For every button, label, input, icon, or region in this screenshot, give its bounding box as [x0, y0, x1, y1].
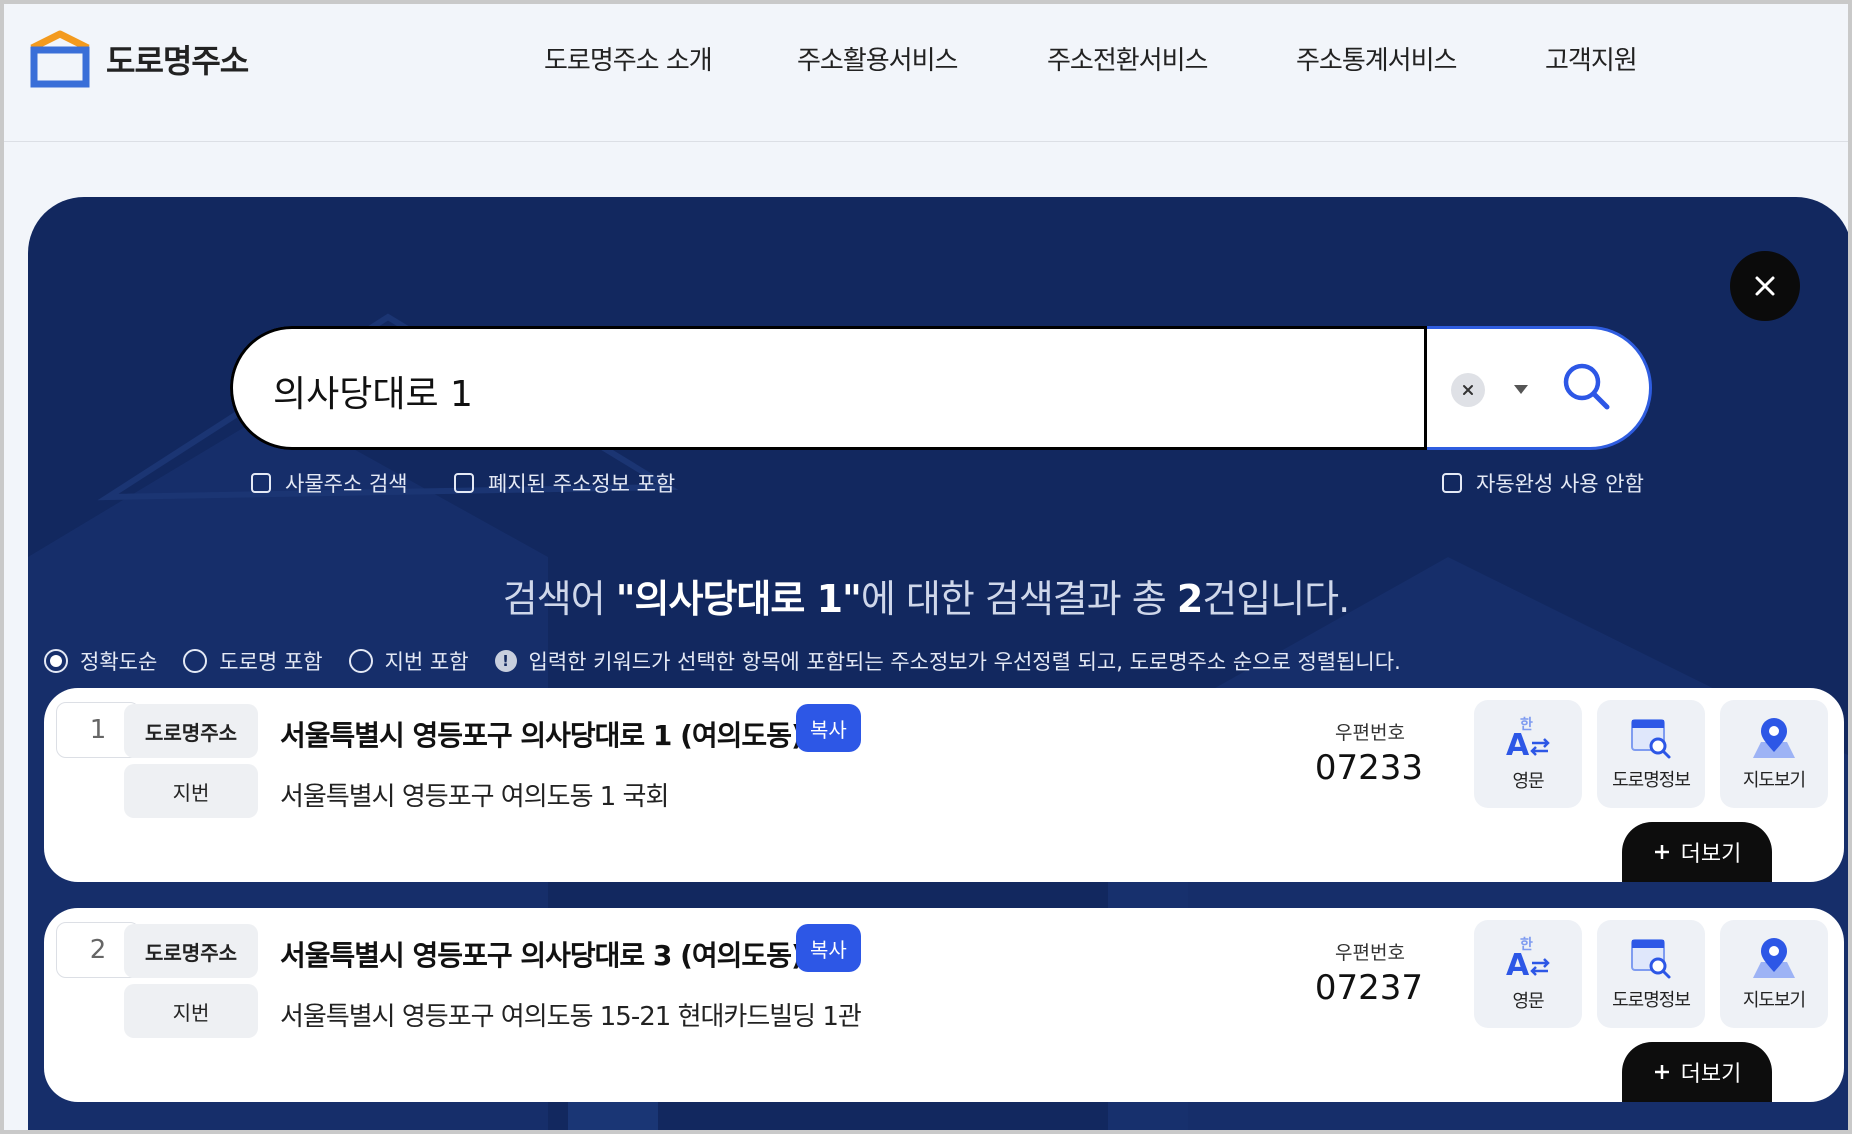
sort-options: 정확도순 도로명 포함 지번 포함 ! 입력한 키워드가 선택한 항목에 포함되…	[44, 646, 1401, 676]
result-summary-middle: 에 대한 검색결과 총	[860, 577, 1177, 621]
translate-icon: 한 A	[1506, 937, 1550, 981]
copy-button[interactable]: 복사	[796, 924, 861, 972]
close-button[interactable]	[1730, 251, 1800, 321]
result-card: 1 도로명주소 지번 서울특별시 영등포구 의사당대로 1 (여의도동) 복사 …	[44, 688, 1844, 882]
english-address-button[interactable]: 한 A 영문	[1474, 700, 1582, 808]
no-autocomplete-checkbox[interactable]	[1442, 473, 1462, 493]
road-info-icon	[1631, 939, 1671, 979]
sort-road-label: 도로명 포함	[219, 650, 323, 674]
result-keyword: "의사당대로 1"	[615, 577, 862, 621]
jibun-tag: 지번	[124, 984, 258, 1038]
zip-code: 07233	[1314, 748, 1424, 788]
road-address-tag: 도로명주소	[124, 704, 258, 758]
nav-intro[interactable]: 도로명주소 소개	[544, 40, 713, 77]
plus-icon	[1654, 845, 1669, 859]
map-pin-icon	[1753, 718, 1795, 758]
close-icon	[1755, 276, 1775, 296]
zip-label: 우편번호	[1335, 942, 1405, 964]
include-abolished-option[interactable]: 폐지된 주소정보 포함	[454, 468, 675, 498]
jibun-address: 서울특별시 영등포구 여의도동 15-21 현대카드빌딩 1관	[280, 1002, 862, 1032]
search-icon	[1563, 363, 1610, 410]
result-card: 2 도로명주소 지번 서울특별시 영등포구 의사당대로 3 (여의도동) 복사 …	[44, 908, 1844, 1102]
english-label: 영문	[1512, 991, 1544, 1012]
house-logo-icon	[30, 30, 90, 88]
more-button[interactable]: 더보기	[1622, 1042, 1772, 1102]
more-label: 더보기	[1680, 842, 1742, 867]
clear-search-button[interactable]	[1451, 373, 1485, 407]
road-address-tag: 도로명주소	[124, 924, 258, 978]
zip-label: 우편번호	[1335, 722, 1405, 744]
result-summary-prefix: 검색어	[502, 577, 616, 621]
road-info-button[interactable]: 도로명정보	[1597, 700, 1705, 808]
nav-conversion-services[interactable]: 주소전환서비스	[1047, 40, 1208, 77]
map-pin-icon	[1753, 938, 1795, 978]
sort-jibun-radio[interactable]	[348, 649, 373, 673]
sort-accuracy-radio[interactable]	[44, 649, 68, 673]
result-summary: 검색어 "의사당대로 1"에 대한 검색결과 총 2건입니다.	[0, 568, 1852, 623]
svg-text:A: A	[1506, 728, 1530, 761]
sort-accuracy-label: 정확도순	[80, 650, 158, 674]
zip-code: 07237	[1314, 968, 1424, 1008]
sort-accuracy[interactable]: 정확도순	[44, 646, 157, 676]
site-logo[interactable]: 도로명주소	[28, 30, 249, 88]
map-view-button[interactable]: 지도보기	[1720, 700, 1828, 808]
english-address-button[interactable]: 한 A 영문	[1474, 920, 1582, 1028]
result-count: 2	[1176, 577, 1203, 621]
road-info-icon	[1631, 719, 1671, 759]
include-abolished-label: 폐지된 주소정보 포함	[488, 472, 676, 496]
nav-support[interactable]: 고객지원	[1545, 40, 1638, 77]
road-address: 서울특별시 영등포구 의사당대로 1 (여의도동)	[280, 719, 804, 752]
nav-statistics-services[interactable]: 주소통계서비스	[1296, 40, 1457, 77]
search-bar: 의사당대로 1	[230, 326, 1652, 450]
map-label: 지도보기	[1742, 990, 1806, 1011]
jibun-address: 서울특별시 영등포구 여의도동 1 국회	[280, 782, 669, 812]
site-header: 도로명주소 도로명주소 소개 주소활용서비스 주소전환서비스 주소통계서비스 고…	[0, 0, 1852, 142]
search-input-box[interactable]: 의사당대로 1	[230, 326, 1427, 450]
sort-info-text: 입력한 키워드가 선택한 항목에 포함되는 주소정보가 우선정렬 되고, 도로명…	[528, 650, 1401, 674]
more-button[interactable]: 더보기	[1622, 822, 1772, 882]
search-input[interactable]: 의사당대로 1	[273, 365, 473, 417]
building-search-option[interactable]: 사물주소 검색	[251, 468, 408, 498]
svg-text:A: A	[1506, 948, 1530, 981]
info-icon: !	[494, 650, 517, 672]
building-search-checkbox[interactable]	[251, 473, 271, 493]
building-search-label: 사물주소 검색	[285, 472, 408, 496]
road-info-button[interactable]: 도로명정보	[1597, 920, 1705, 1028]
nav-address-services[interactable]: 주소활용서비스	[797, 40, 958, 77]
result-summary-suffix: 건입니다.	[1202, 577, 1350, 621]
search-type-dropdown[interactable]	[1509, 379, 1533, 399]
sort-jibun[interactable]: 지번 포함	[348, 646, 469, 676]
english-label: 영문	[1512, 771, 1544, 792]
sort-road[interactable]: 도로명 포함	[183, 646, 323, 676]
search-button[interactable]	[1557, 357, 1617, 417]
no-autocomplete-label: 자동완성 사용 안함	[1476, 472, 1644, 496]
clear-icon	[1463, 385, 1473, 395]
map-label: 지도보기	[1742, 770, 1806, 791]
copy-button[interactable]: 복사	[796, 704, 861, 752]
include-abolished-checkbox[interactable]	[454, 473, 474, 493]
translate-icon: 한 A	[1506, 717, 1550, 761]
road-info-label: 도로명정보	[1612, 990, 1691, 1011]
more-label: 더보기	[1680, 1062, 1742, 1087]
no-autocomplete-option[interactable]: 자동완성 사용 안함	[1442, 468, 1644, 498]
jibun-tag: 지번	[124, 764, 258, 818]
sort-jibun-label: 지번 포함	[384, 650, 469, 674]
road-address: 서울특별시 영등포구 의사당대로 3 (여의도동)	[280, 939, 804, 972]
caret-down-icon	[1514, 384, 1528, 394]
sort-road-radio[interactable]	[183, 649, 208, 673]
logo-text: 도로명주소	[106, 42, 249, 80]
map-view-button[interactable]: 지도보기	[1720, 920, 1828, 1028]
road-info-label: 도로명정보	[1612, 770, 1691, 791]
plus-icon	[1654, 1065, 1669, 1079]
